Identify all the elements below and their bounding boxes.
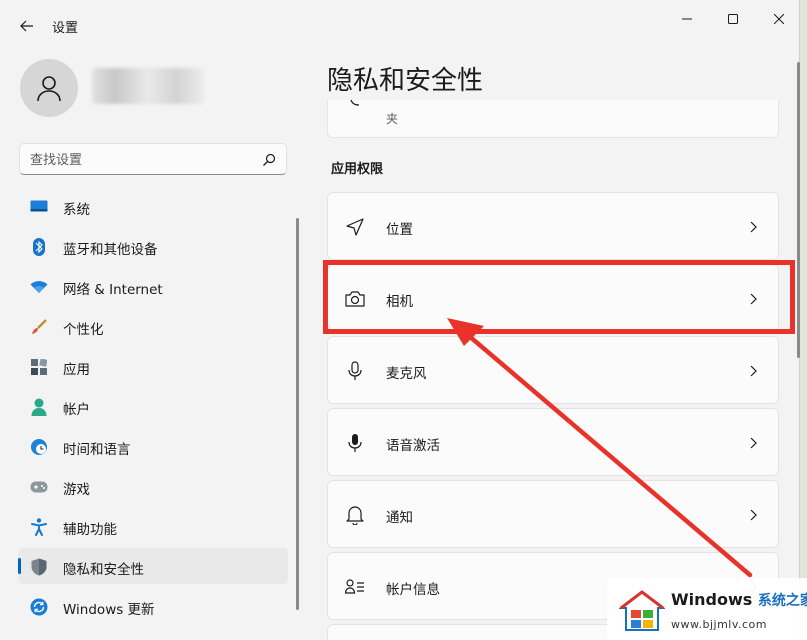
- display-icon: [30, 198, 48, 216]
- watermark-title-accent: 系统之家: [757, 593, 807, 609]
- wifi-icon: [30, 278, 48, 296]
- bluetooth-icon: [30, 238, 48, 256]
- shield-icon: [30, 558, 48, 576]
- permission-row-location[interactable]: 位置: [327, 192, 779, 260]
- permission-label: 麦克风: [386, 366, 427, 382]
- minimize-button[interactable]: [664, 4, 710, 34]
- sidebar-item-apps[interactable]: 应用: [18, 348, 288, 384]
- gamepad-icon: [30, 478, 48, 496]
- blurred-user-name: [92, 68, 204, 104]
- sidebar-item-privacy-security[interactable]: 隐私和安全性: [18, 548, 288, 584]
- sidebar-item-network[interactable]: 网络 & Internet: [18, 268, 288, 304]
- permission-row-voice-activation[interactable]: 语音激活: [327, 408, 779, 476]
- account-info-icon: [345, 577, 365, 597]
- accessibility-icon: [30, 518, 48, 536]
- sidebar-item-label: 隐私和安全性: [63, 562, 144, 578]
- sidebar-item-label: 系统: [63, 202, 90, 218]
- close-button[interactable]: [756, 4, 802, 34]
- search-box[interactable]: [19, 143, 287, 175]
- sidebar-item-gaming[interactable]: 游戏: [18, 468, 288, 504]
- sidebar-item-label: 网络 & Internet: [63, 282, 163, 298]
- brush-icon: [30, 318, 48, 336]
- windows-house-logo-icon: [619, 590, 665, 631]
- sidebar-item-label: 蓝牙和其他设备: [63, 242, 158, 258]
- watermark-url: www.bjjmlv.com: [671, 618, 767, 631]
- permission-label: 通知: [386, 510, 413, 526]
- chevron-right-icon: [750, 509, 757, 521]
- person-avatar-icon: [37, 76, 61, 102]
- sidebar-item-label: 游戏: [63, 482, 90, 498]
- title-bar: 设置: [0, 0, 800, 50]
- sidebar-item-accounts[interactable]: 帐户: [18, 388, 288, 424]
- sidebar-item-system[interactable]: 系统: [18, 188, 288, 224]
- app-title: 设置: [52, 21, 79, 36]
- update-icon: [30, 598, 48, 616]
- sidebar-item-label: 辅助功能: [63, 522, 117, 538]
- page-title: 隐私和安全性: [327, 66, 484, 96]
- person-icon: [30, 398, 48, 416]
- location-icon: [345, 217, 365, 237]
- back-arrow-icon: [20, 20, 33, 32]
- sidebar-item-label: 时间和语言: [63, 442, 131, 458]
- permission-label: 语音激活: [386, 438, 440, 454]
- sidebar-item-label: Windows 更新: [63, 602, 155, 618]
- chevron-right-icon: [750, 221, 757, 233]
- sidebar-item-personalization[interactable]: 个性化: [18, 308, 288, 344]
- chevron-right-icon: [750, 437, 757, 449]
- permission-label: 位置: [386, 222, 413, 238]
- background-window-edge: [800, 0, 807, 640]
- sidebar-item-label: 帐户: [63, 402, 90, 418]
- partial-card-text: 夹: [386, 112, 399, 126]
- close-icon: [774, 14, 784, 24]
- sidebar-item-time-language[interactable]: 时间和语言: [18, 428, 288, 464]
- back-button[interactable]: [14, 14, 40, 38]
- sidebar-item-label: 个性化: [63, 322, 104, 338]
- section-heading-app-permissions: 应用权限: [331, 162, 384, 177]
- bell-icon: [345, 505, 365, 525]
- sidebar-nav: 系统 蓝牙和其他设备 网络 & Internet 个性化 应用 帐户 时间和语言…: [18, 188, 288, 628]
- annotation-highlight-box: [323, 260, 795, 334]
- sidebar-scrollbar[interactable]: [296, 218, 299, 610]
- permission-label: 帐户信息: [386, 582, 440, 598]
- watermark-title: Windows 系统之家: [671, 590, 807, 610]
- watermark: Windows 系统之家 www.bjjmlv.com: [607, 578, 807, 640]
- permission-row-microphone[interactable]: 麦克风: [327, 336, 779, 404]
- chevron-right-icon: [750, 365, 757, 377]
- minimize-icon: [682, 18, 692, 20]
- maximize-icon: [728, 14, 738, 24]
- search-input[interactable]: [30, 150, 250, 170]
- partial-icon: [350, 100, 360, 106]
- sidebar-item-windows-update[interactable]: Windows 更新: [18, 588, 288, 624]
- permission-row-notifications[interactable]: 通知: [327, 480, 779, 548]
- apps-icon: [30, 358, 48, 376]
- sidebar-item-bluetooth[interactable]: 蓝牙和其他设备: [18, 228, 288, 264]
- globe-clock-icon: [30, 438, 48, 456]
- partial-settings-card[interactable]: 夹: [327, 100, 779, 138]
- search-icon[interactable]: [262, 153, 276, 167]
- sidebar-item-label: 应用: [63, 362, 90, 378]
- sidebar-item-accessibility[interactable]: 辅助功能: [18, 508, 288, 544]
- avatar[interactable]: [20, 59, 78, 117]
- microphone-icon: [345, 361, 365, 381]
- maximize-button[interactable]: [710, 4, 756, 34]
- voice-activation-icon: [345, 433, 365, 453]
